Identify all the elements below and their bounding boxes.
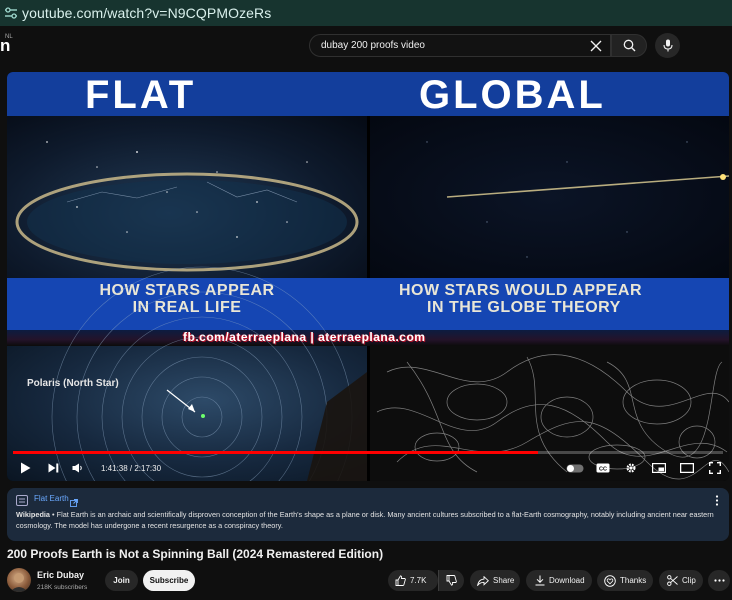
time-display: 1:41:38 / 2:17:30 — [101, 463, 162, 473]
region-code: NL — [5, 34, 13, 40]
share-icon — [477, 575, 489, 586]
info-panel-text: Flat Earth is an archaic and scientifica… — [16, 510, 714, 530]
browser-address-bar[interactable]: youtube.com/watch?v=N9CQPMOzeRs — [0, 0, 732, 26]
microphone-icon — [662, 39, 673, 52]
subtitles-button[interactable]: CC — [589, 455, 617, 481]
clear-search-icon[interactable] — [582, 34, 610, 57]
like-count: 7.7K — [410, 576, 427, 585]
gear-icon — [626, 463, 636, 473]
subscribe-button[interactable]: Subscribe — [143, 570, 195, 591]
settings-button[interactable] — [617, 455, 645, 481]
video-frame-artwork — [15, 141, 729, 481]
download-icon — [535, 575, 545, 586]
subtitles-icon: CC — [596, 463, 610, 473]
volume-icon — [72, 463, 82, 473]
thanks-label: Thanks — [620, 576, 647, 585]
miniplayer-icon — [652, 463, 666, 473]
like-button[interactable]: 7.7K — [388, 570, 438, 591]
thumbs-down-icon — [446, 575, 457, 586]
download-label: Download — [549, 576, 585, 585]
player-controls: 1:41:38 / 2:17:30 CC — [7, 455, 729, 481]
volume-button[interactable] — [63, 455, 93, 481]
share-button[interactable]: Share — [470, 570, 520, 591]
progress-bar[interactable] — [13, 451, 723, 454]
subscriber-count: 218K subscribers — [37, 584, 88, 591]
info-panel-source: Wikipedia — [16, 510, 50, 519]
voice-search-button[interactable] — [655, 33, 680, 58]
dislike-button[interactable] — [438, 570, 464, 591]
search-button[interactable] — [611, 34, 647, 57]
download-button[interactable]: Download — [526, 570, 592, 591]
video-title: 200 Proofs Earth is Not a Spinning Ball … — [7, 547, 384, 561]
more-options-icon[interactable] — [715, 493, 719, 511]
join-button[interactable]: Join — [105, 570, 138, 591]
theater-mode-button[interactable] — [673, 455, 701, 481]
video-player[interactable]: FLAT GLOBAL HOW STARS APPEAR IN REAL LIF… — [7, 72, 729, 481]
next-button[interactable] — [43, 455, 63, 481]
miniplayer-button[interactable] — [645, 455, 673, 481]
fullscreen-icon — [709, 462, 721, 474]
play-icon — [20, 462, 30, 474]
play-button[interactable] — [7, 455, 43, 481]
theater-mode-icon — [680, 463, 694, 473]
clip-label: Clip — [682, 576, 696, 585]
skip-next-icon — [48, 463, 58, 473]
scissors-icon — [667, 575, 678, 586]
thumbs-up-icon — [395, 575, 406, 586]
search-icon — [623, 39, 635, 52]
fullscreen-button[interactable] — [701, 455, 729, 481]
progress-played — [13, 451, 538, 454]
autoplay-toggle-icon — [566, 464, 584, 472]
search-query[interactable]: dubay 200 proofs video — [321, 40, 582, 51]
clip-button[interactable]: Clip — [659, 570, 703, 591]
info-panel-title[interactable]: Flat Earth — [34, 494, 69, 503]
youtube-header: n NL dubay 200 proofs video — [0, 26, 732, 66]
channel-name[interactable]: Eric Dubay — [37, 570, 84, 580]
share-label: Share — [493, 576, 515, 585]
url-text[interactable]: youtube.com/watch?v=N9CQPMOzeRs — [22, 5, 271, 21]
svg-text:CC: CC — [599, 466, 607, 472]
search-input[interactable]: dubay 200 proofs video — [309, 34, 611, 57]
video-polaris-label: Polaris (North Star) — [27, 378, 119, 389]
info-panel-body: Wikipedia • Flat Earth is an archaic and… — [16, 510, 714, 530]
thanks-icon — [604, 574, 616, 587]
channel-avatar[interactable] — [7, 568, 31, 592]
info-panel: Flat Earth Wikipedia • Flat Earth is an … — [7, 488, 729, 541]
more-actions-button[interactable] — [708, 570, 730, 591]
thanks-button[interactable]: Thanks — [597, 570, 653, 591]
autoplay-toggle[interactable] — [561, 455, 589, 481]
more-horizontal-icon — [713, 579, 725, 582]
site-settings-icon[interactable] — [0, 0, 22, 26]
